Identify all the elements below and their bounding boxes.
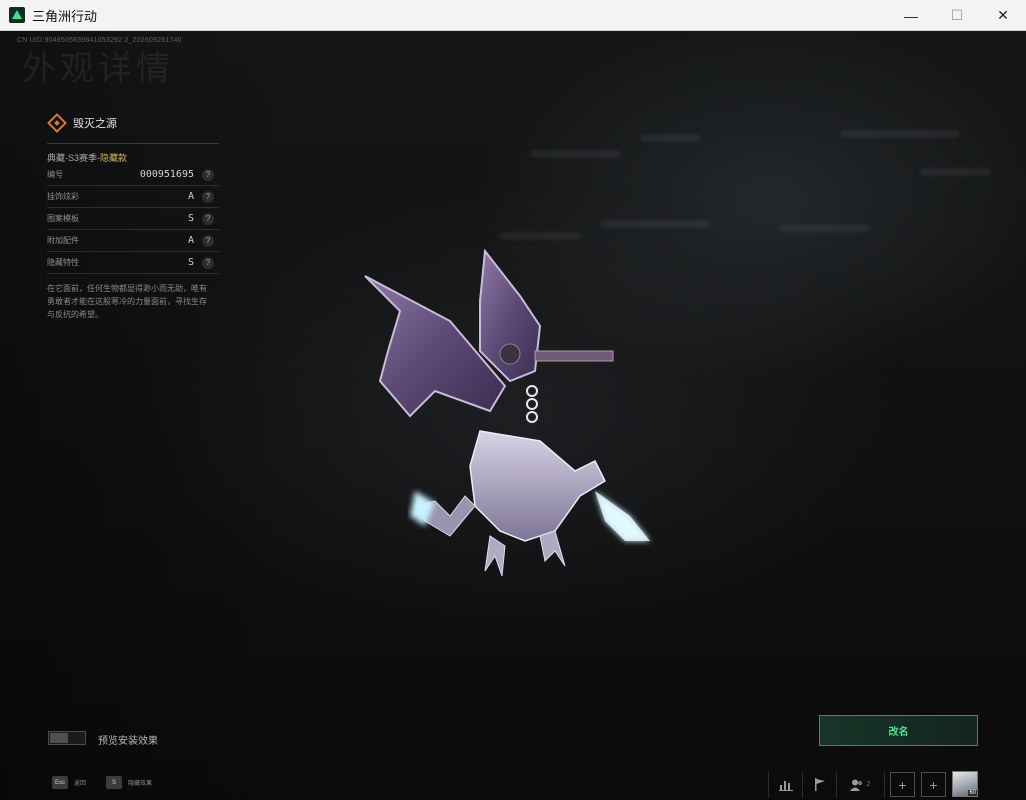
item-name: 毁灭之源 — [73, 118, 117, 130]
divider — [768, 771, 769, 798]
minimize-button[interactable]: — — [888, 0, 934, 31]
chain-link — [526, 385, 538, 397]
dragon-body — [469, 430, 606, 542]
rename-button[interactable]: 改名 — [819, 715, 978, 746]
dragon-charm-model[interactable] — [340, 241, 670, 601]
background-streak — [500, 233, 580, 239]
dragon-claw — [484, 535, 506, 577]
hint-text: 隐藏效果 — [128, 781, 153, 787]
hidden-tag: 隐藏款 — [100, 152, 128, 163]
attribute-label: 图案模板 — [47, 214, 79, 223]
chain-link — [526, 411, 538, 423]
hint-back[interactable]: Esc 返回 — [52, 776, 86, 789]
background-streak — [640, 135, 700, 141]
attribute-value: 000951695 — [139, 169, 194, 180]
friends-icon — [849, 779, 862, 791]
delta-force-logo-icon — [9, 7, 25, 23]
plus-icon: + — [898, 776, 907, 793]
attribute-label: 挂饰炫彩 — [47, 192, 79, 201]
toggle-knob — [50, 733, 68, 743]
maximize-button[interactable]: ☐ — [934, 0, 980, 31]
season-line: 典藏-S3赛季- 隐藏款 — [47, 150, 219, 164]
preview-toggle[interactable] — [48, 731, 86, 745]
attribute-row: 隐藏特性 S ? — [47, 252, 219, 274]
attribute-row: 附加配件 A ? — [47, 230, 219, 252]
hint-hide-effect[interactable]: S 隐藏效果 — [106, 776, 152, 789]
rarity-diamond-icon — [47, 113, 67, 133]
background-streak — [920, 169, 990, 175]
dragon-claw — [539, 530, 566, 567]
season-prefix: 典藏-S3赛季- — [47, 152, 101, 163]
divider — [47, 143, 219, 144]
background-streak — [840, 131, 960, 137]
help-icon[interactable]: ? — [202, 190, 214, 203]
cannon-joint — [499, 343, 521, 365]
attribute-row: 图案模板 S ? — [47, 208, 219, 230]
plus-icon: + — [929, 776, 938, 793]
help-icon[interactable]: ? — [202, 168, 214, 181]
help-icon[interactable]: ? — [202, 234, 214, 247]
help-icon[interactable]: ? — [202, 212, 214, 225]
rename-label: 改名 — [888, 727, 909, 738]
window-controls: — ☐ ✕ — [888, 0, 1026, 31]
attribute-value: A — [187, 235, 194, 246]
avatar-level: 60 — [968, 790, 977, 796]
page-title: 外观详情 — [22, 49, 174, 89]
flag-icon — [815, 778, 825, 791]
friend-count: 2 — [866, 781, 871, 788]
key-s: S — [106, 776, 122, 789]
background-streak — [530, 151, 620, 157]
add-team-slot-button[interactable]: + — [890, 772, 915, 797]
hint-text: 返回 — [74, 781, 87, 787]
divider — [836, 771, 837, 798]
help-icon[interactable]: ? — [202, 256, 214, 269]
item-info-panel: 毁灭之源 典藏-S3赛季- 隐藏款 编号 000951695 ? 挂饰炫彩 A ?… — [47, 111, 219, 321]
cannon-barrel — [534, 350, 614, 362]
item-description: 在它面前，任何生物都显得渺小而无助，唯有勇敢者才能在这股寒冷的力量面前，寻找生存… — [47, 284, 207, 319]
add-team-slot-button[interactable]: + — [921, 772, 946, 797]
background-streak — [600, 221, 710, 227]
key-esc: Esc — [52, 776, 69, 789]
attribute-row: 挂饰炫彩 A ? — [47, 186, 219, 208]
chain-link — [526, 398, 538, 410]
attribute-row: 编号 000951695 ? — [47, 164, 219, 186]
divider — [802, 771, 803, 798]
attribute-label: 隐藏特性 — [47, 258, 79, 267]
window-title: 三角洲行动 — [32, 8, 98, 24]
close-button[interactable]: ✕ — [980, 0, 1026, 31]
item-header: 毁灭之源 — [47, 111, 219, 135]
preview-toggle-label: 预览安装效果 — [98, 736, 158, 747]
ice-axe-core — [595, 491, 650, 541]
attribute-label: 编号 — [47, 170, 63, 179]
background-streak — [780, 225, 870, 231]
bar-chart-icon — [779, 780, 793, 791]
stats-button[interactable] — [772, 771, 800, 798]
divider — [884, 771, 885, 798]
attribute-label: 附加配件 — [47, 236, 79, 245]
avatar[interactable]: 60 — [952, 771, 978, 797]
attribute-value: A — [187, 191, 194, 202]
game-scene: CN UID:9048505839841053292 2_20260926174… — [0, 31, 1026, 800]
attribute-value: S — [187, 257, 194, 268]
flag-button[interactable] — [806, 771, 834, 798]
friends-button[interactable]: 2 — [840, 771, 880, 798]
attribute-value: S — [187, 213, 194, 224]
window-title-bar: 三角洲行动 — ☐ ✕ — [0, 0, 1026, 31]
